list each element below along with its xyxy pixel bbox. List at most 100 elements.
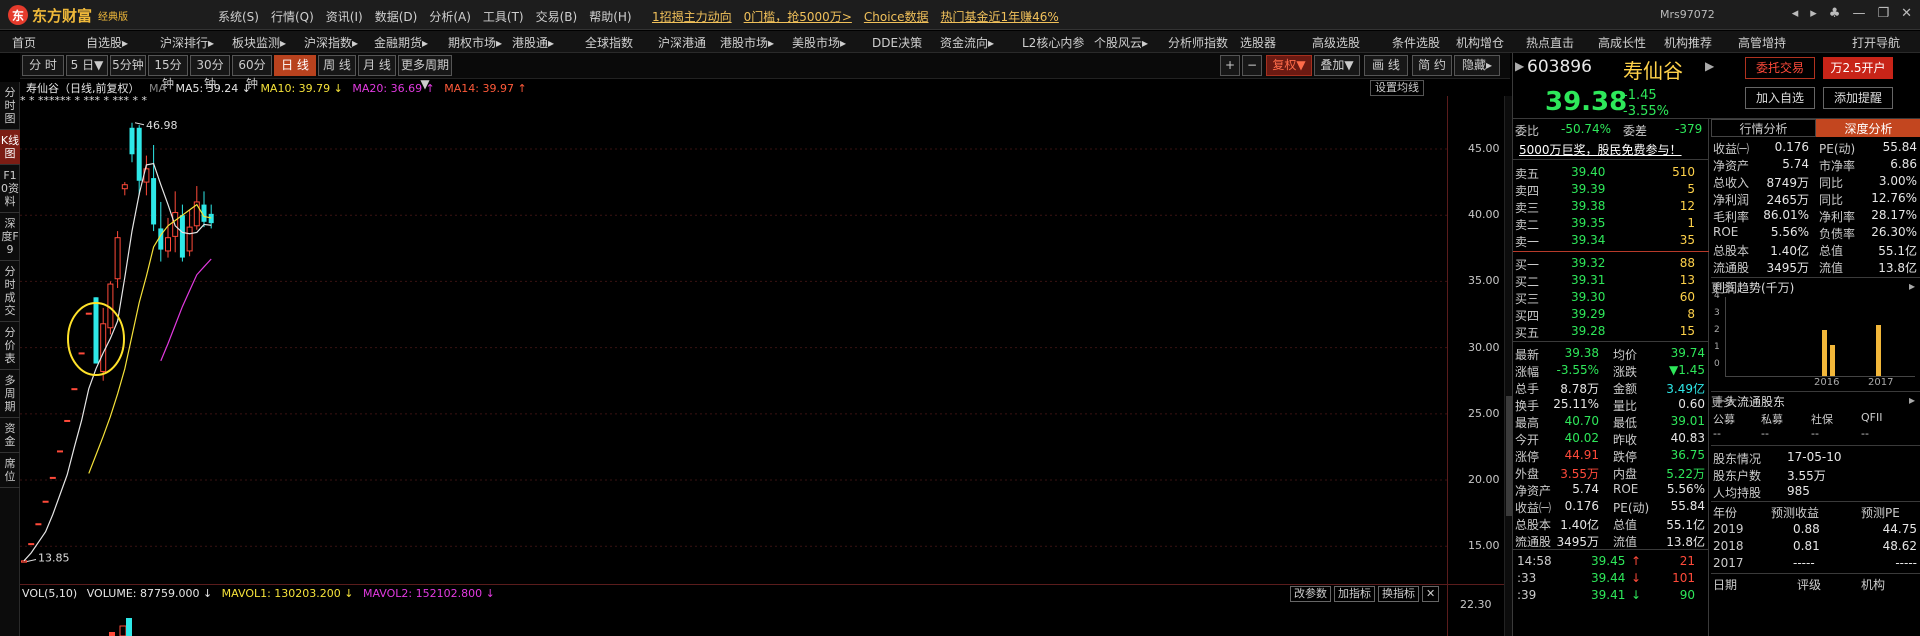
nav-item[interactable]: 期权市场▸ — [448, 34, 502, 51]
chart-tool-button[interactable]: 简 约 — [1412, 55, 1452, 76]
close-icon[interactable]: ✕ — [1901, 6, 1912, 21]
left-tab[interactable]: 资金 — [0, 418, 20, 453]
chart-tool-button[interactable]: 画 线 — [1364, 55, 1408, 76]
menu-item[interactable]: 数据(D) — [375, 8, 418, 25]
nav-item[interactable]: 选股器 — [1240, 34, 1276, 51]
left-tab[interactable]: 分时图 — [0, 82, 20, 130]
menu-item[interactable]: 系统(S) — [218, 8, 259, 25]
nav-item[interactable]: 高成长性 — [1598, 34, 1646, 51]
nav-item[interactable]: 机构推荐 — [1664, 34, 1712, 51]
left-tab[interactable]: 分时成交 — [0, 261, 20, 322]
more-icon[interactable]: ▸ — [1909, 393, 1915, 407]
menu-item[interactable]: 资讯(I) — [326, 8, 363, 25]
period-button[interactable]: 5分钟 — [110, 55, 146, 76]
nav-item[interactable]: L2核心内参 — [1022, 34, 1084, 51]
period-button[interactable]: 日 线 — [274, 55, 316, 76]
ad-link[interactable]: Choice数据 — [864, 8, 929, 25]
period-button[interactable]: 60分钟 — [232, 55, 272, 91]
chart-tool-button[interactable]: − — [1242, 55, 1262, 76]
menu-item[interactable]: 分析(A) — [429, 8, 471, 25]
shirt-icon[interactable]: ♣ — [1829, 6, 1841, 21]
expand-icon[interactable]: » — [1515, 533, 1522, 546]
level-price[interactable]: 39.32 — [1571, 256, 1605, 270]
nav-item[interactable]: 港股市场▸ — [720, 34, 774, 51]
chart-tool-button[interactable]: 复权▼ — [1266, 55, 1312, 76]
nav-item[interactable]: 资金流向▸ — [940, 34, 994, 51]
prev-stock-icon[interactable]: ▶ — [1515, 59, 1524, 73]
nav-item[interactable]: 美股市场▸ — [792, 34, 846, 51]
menu-item[interactable]: 交易(B) — [536, 8, 578, 25]
more-link[interactable]: 更多 — [1711, 393, 1903, 410]
left-tab[interactable]: F10资料 — [0, 165, 20, 213]
nav-item[interactable]: 自选股▸ — [86, 34, 128, 51]
analysis-tab[interactable]: 深度分析 — [1816, 119, 1920, 137]
nav-item[interactable]: 高管增持 — [1738, 34, 1786, 51]
level-price[interactable]: 39.34 — [1571, 233, 1605, 247]
level-price[interactable]: 39.40 — [1571, 165, 1605, 179]
nav-item[interactable]: 个股风云▸ — [1094, 34, 1148, 51]
nav-item[interactable]: 全球指数 — [585, 34, 633, 51]
promo-link[interactable]: 5000万巨奖，股民免费参与！ — [1519, 141, 1682, 158]
more-icon[interactable]: ▸ — [1909, 279, 1915, 293]
period-button[interactable]: 30分钟 — [190, 55, 230, 91]
level-price[interactable]: 39.28 — [1571, 324, 1605, 338]
kline-chart[interactable]: 46.98 13.85 — [20, 96, 1450, 586]
nav-item[interactable]: 条件选股 — [1392, 34, 1440, 51]
nav-item[interactable]: 沪深港通 — [658, 34, 706, 51]
next-stock-icon[interactable]: ▶ — [1705, 59, 1714, 73]
ma-settings-button[interactable]: 设置均线 — [1370, 80, 1424, 96]
period-button[interactable]: 15分钟 — [148, 55, 188, 91]
level-price[interactable]: 39.35 — [1571, 216, 1605, 230]
trade-button[interactable]: 委托交易 — [1745, 57, 1815, 79]
nav-item[interactable]: 分析师指数 — [1168, 34, 1228, 51]
period-button[interactable]: 更多周期▼ — [398, 55, 452, 91]
nav-item[interactable]: DDE决策 — [872, 34, 922, 51]
nav-item[interactable]: 沪深指数▸ — [304, 34, 358, 51]
nav-item[interactable]: 板块监测▸ — [232, 34, 286, 51]
period-button[interactable]: 周 线 — [318, 55, 356, 76]
fund-value: 0.176 — [1774, 140, 1809, 154]
menu-item[interactable]: 工具(T) — [483, 8, 524, 25]
open-account-button[interactable]: 万2.5开户 — [1823, 57, 1893, 79]
add-watchlist-button[interactable]: 加入自选 — [1745, 87, 1815, 109]
level-price[interactable]: 39.29 — [1571, 307, 1605, 321]
nav-item[interactable]: 高级选股 — [1312, 34, 1360, 51]
left-tab[interactable]: 席位 — [0, 453, 20, 488]
left-tab[interactable]: 分价表 — [0, 322, 20, 370]
nav-item[interactable]: 沪深排行▸ — [160, 34, 214, 51]
chart-tool-button[interactable]: 叠加▼ — [1314, 55, 1360, 76]
chart-tool-button[interactable]: 隐藏▸ — [1454, 55, 1500, 76]
ad-link[interactable]: 热门基金近1年赚46% — [941, 8, 1059, 25]
period-button[interactable]: 月 线 — [358, 55, 396, 76]
nav-item[interactable]: 打开导航 — [1852, 34, 1900, 51]
user-id[interactable]: Mrs97072 — [1660, 8, 1715, 21]
add-alert-button[interactable]: 添加提醒 — [1823, 87, 1893, 109]
level-price[interactable]: 39.38 — [1571, 199, 1605, 213]
menu-item[interactable]: 帮助(H) — [589, 8, 631, 25]
candle — [35, 523, 42, 526]
nav-item[interactable]: 金融期货▸ — [374, 34, 428, 51]
analysis-tab[interactable]: 行情分析 — [1711, 119, 1816, 137]
left-tab[interactable]: K线图 — [0, 130, 20, 165]
nav-item[interactable]: 港股通▸ — [512, 34, 554, 51]
nav-item[interactable]: 机构增仓 — [1456, 34, 1504, 51]
minimize-icon[interactable]: — — [1852, 6, 1865, 21]
restore-icon[interactable]: ❐ — [1877, 6, 1889, 21]
period-button[interactable]: 5 日▼ — [66, 55, 108, 76]
chart-scrollbar[interactable] — [1504, 96, 1512, 636]
nav-item[interactable]: 热点直击 — [1526, 34, 1574, 51]
nav-item[interactable]: 首页 — [12, 34, 36, 51]
level-price[interactable]: 39.31 — [1571, 273, 1605, 287]
ad-link[interactable]: 0门槛，抢5000万> — [744, 8, 852, 25]
ad-link[interactable]: 1招揭主力动向 — [652, 8, 732, 25]
menu-item[interactable]: 行情(Q) — [271, 8, 314, 25]
period-button[interactable]: 分 时 — [22, 55, 64, 76]
left-tab[interactable]: 深度F9 — [0, 213, 20, 261]
forward-icon[interactable]: ▸ — [1810, 6, 1817, 21]
left-tab[interactable]: 多周期 — [0, 370, 20, 418]
level-price[interactable]: 39.30 — [1571, 290, 1605, 304]
more-link[interactable]: 更多 — [1711, 279, 1903, 296]
chart-tool-button[interactable]: + — [1220, 55, 1240, 76]
level-price[interactable]: 39.39 — [1571, 182, 1605, 196]
back-icon[interactable]: ◂ — [1792, 6, 1799, 21]
